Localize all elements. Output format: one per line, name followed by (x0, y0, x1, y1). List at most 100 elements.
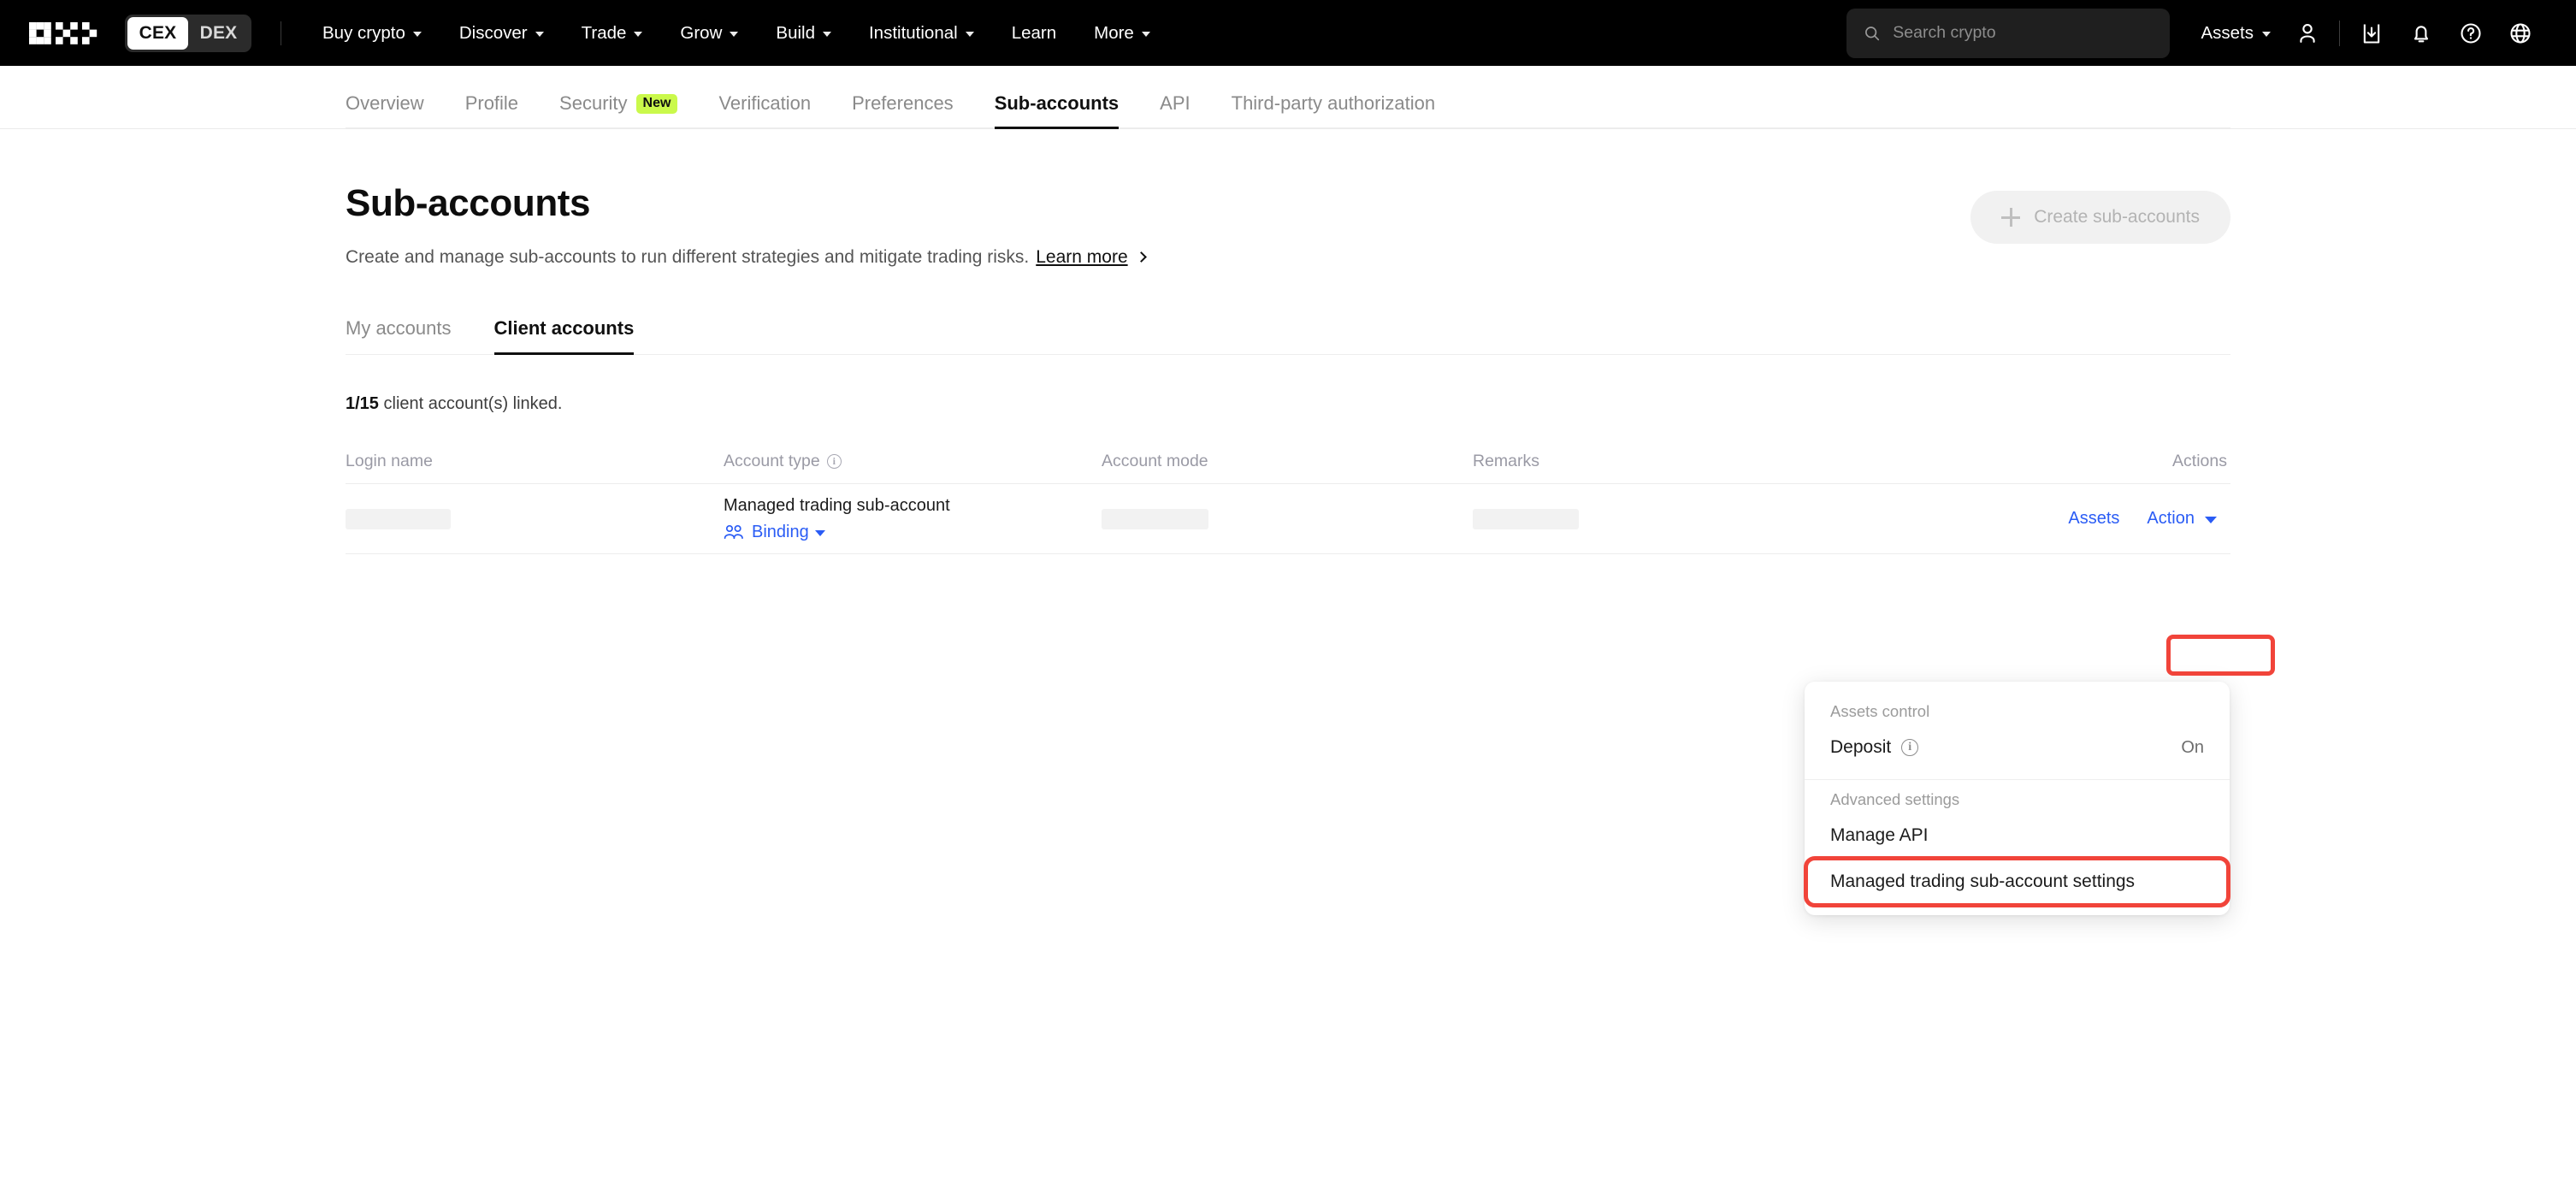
menu-item-deposit-label: Deposit (1830, 737, 1891, 758)
tab-preferences[interactable]: Preferences (831, 92, 974, 128)
create-sub-accounts-label: Create sub-accounts (2034, 207, 2200, 228)
tab-verification[interactable]: Verification (698, 92, 831, 128)
nav-label: More (1094, 23, 1134, 44)
page-description: Create and manage sub-accounts to run di… (346, 247, 1145, 268)
account-type-label: Managed trading sub-account (724, 496, 1102, 516)
tab-label: Overview (346, 92, 424, 115)
tab-label: Sub-accounts (995, 92, 1119, 115)
account-tab-bar: Overview Profile Security New Verificati… (0, 66, 2576, 129)
cex-toggle-option[interactable]: CEX (127, 17, 188, 50)
column-header-actions: Actions (1952, 452, 2230, 471)
deposit-button[interactable] (2347, 9, 2396, 58)
caret-down-icon (2205, 517, 2217, 523)
column-header-account-type-label: Account type (724, 452, 820, 471)
deposit-status-value: On (2181, 738, 2204, 758)
top-navigation-bar: CEX DEX Buy crypto Discover Trade Grow B… (0, 0, 2576, 66)
account-mode-redacted-placeholder (1102, 509, 1208, 529)
new-badge: New (636, 94, 678, 114)
menu-item-manage-api-label: Manage API (1830, 825, 1928, 846)
create-sub-accounts-button[interactable]: Create sub-accounts (1970, 191, 2230, 244)
language-button[interactable] (2496, 9, 2545, 58)
binding-dropdown[interactable]: Binding (752, 523, 825, 542)
menu-item-deposit[interactable]: Deposit i On (1805, 726, 2230, 769)
cell-actions: Assets Action (1952, 502, 2230, 535)
nav-item-institutional[interactable]: Institutional (850, 0, 993, 66)
page-header: Sub-accounts Create and manage sub-accou… (346, 129, 2230, 268)
column-header-account-type: Account type i (724, 452, 1102, 471)
primary-nav-menu: Buy crypto Discover Trade Grow Build Ins… (304, 0, 1169, 66)
language-globe-icon (2508, 21, 2532, 45)
top-nav-right-cluster: Assets (1846, 9, 2545, 58)
chevron-down-icon (413, 32, 422, 37)
chevron-down-icon (730, 32, 738, 37)
help-button[interactable] (2446, 9, 2496, 58)
menu-section-assets-control: Assets control (1805, 697, 2230, 726)
user-account-button[interactable] (2283, 9, 2332, 58)
tab-profile[interactable]: Profile (445, 92, 539, 128)
tab-label: Third-party authorization (1232, 92, 1435, 115)
page-header-text: Sub-accounts Create and manage sub-accou… (346, 182, 1145, 268)
tab-overview[interactable]: Overview (346, 92, 445, 128)
nav-item-grow[interactable]: Grow (661, 0, 757, 66)
sub-account-subtabs: My accounts Client accounts (346, 317, 2230, 355)
linked-accounts-count: 1/15 (346, 394, 379, 413)
login-name-redacted-placeholder (346, 509, 451, 529)
subtab-label: Client accounts (494, 317, 635, 339)
nav-item-trade[interactable]: Trade (563, 0, 662, 66)
page-title: Sub-accounts (346, 182, 1145, 225)
dex-toggle-option[interactable]: DEX (188, 17, 249, 50)
people-icon (724, 524, 744, 540)
page-description-text: Create and manage sub-accounts to run di… (346, 247, 1029, 268)
menu-section-advanced-settings: Advanced settings (1805, 785, 2230, 814)
info-icon[interactable]: i (827, 454, 842, 469)
nav-item-more[interactable]: More (1075, 0, 1169, 66)
plus-icon (2001, 208, 2020, 227)
remarks-redacted-placeholder (1473, 509, 1579, 529)
cell-remarks (1473, 509, 1952, 529)
menu-item-managed-trading-sub-account-settings[interactable]: Managed trading sub-account settings (1808, 860, 2226, 903)
action-dropdown-button[interactable]: Action (2136, 502, 2227, 535)
nav-item-build[interactable]: Build (757, 0, 850, 66)
nav-item-buy-crypto[interactable]: Buy crypto (304, 0, 440, 66)
tab-security[interactable]: Security New (539, 92, 698, 128)
menu-item-manage-api[interactable]: Manage API (1805, 814, 2230, 857)
nav-label: Grow (680, 23, 722, 44)
info-icon[interactable]: i (1901, 739, 1918, 756)
help-icon (2459, 21, 2483, 45)
okx-logo[interactable] (29, 22, 101, 44)
menu-divider (1805, 779, 2230, 780)
account-tabs: Overview Profile Security New Verificati… (346, 92, 1456, 128)
cell-account-mode (1102, 509, 1473, 529)
tab-third-party-authorization[interactable]: Third-party authorization (1211, 92, 1456, 128)
linked-accounts-summary: 1/15 client account(s) linked. (346, 394, 2230, 414)
cell-login-name (346, 509, 724, 529)
assets-link[interactable]: Assets (2068, 509, 2119, 529)
client-accounts-table: Login name Account type i Account mode R… (346, 440, 2230, 554)
tab-sub-accounts[interactable]: Sub-accounts (974, 92, 1139, 128)
search-crypto-box[interactable] (1846, 9, 2170, 58)
tab-api[interactable]: API (1139, 92, 1210, 128)
notifications-button[interactable] (2396, 9, 2446, 58)
assets-dropdown-label: Assets (2201, 23, 2254, 44)
nav-item-discover[interactable]: Discover (440, 0, 563, 66)
nav-item-learn[interactable]: Learn (993, 0, 1075, 66)
subtab-client-accounts[interactable]: Client accounts (494, 317, 635, 354)
column-header-login-name: Login name (346, 452, 724, 471)
tab-label: Profile (465, 92, 518, 115)
sub-accounts-page: Sub-accounts Create and manage sub-accou… (0, 129, 2576, 554)
search-input[interactable] (1893, 23, 2153, 43)
learn-more-link[interactable]: Learn more (1036, 247, 1127, 268)
cex-dex-toggle[interactable]: CEX DEX (125, 15, 251, 52)
chevron-down-icon (2262, 32, 2271, 37)
nav-label: Learn (1012, 23, 1056, 44)
chevron-down-icon (823, 32, 831, 37)
assets-dropdown[interactable]: Assets (2201, 23, 2271, 44)
tab-label: Verification (718, 92, 811, 115)
subtab-my-accounts[interactable]: My accounts (346, 317, 452, 354)
nav-label: Institutional (869, 23, 958, 44)
column-header-account-mode: Account mode (1102, 452, 1473, 471)
action-label: Action (2147, 509, 2195, 529)
notification-bell-icon (2409, 21, 2433, 45)
menu-item-managed-trading-settings-label: Managed trading sub-account settings (1830, 872, 2135, 892)
cell-account-type: Managed trading sub-account Binding (724, 496, 1102, 542)
